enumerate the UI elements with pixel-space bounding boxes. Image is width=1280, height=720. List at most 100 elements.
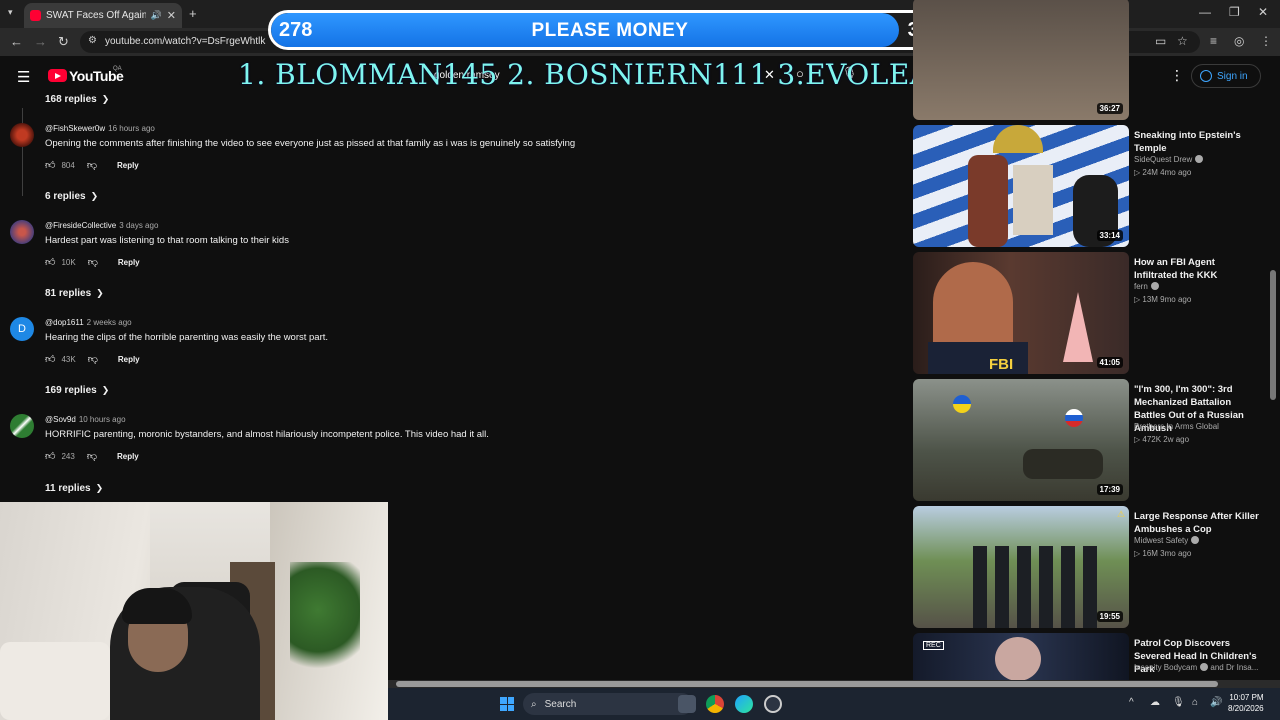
comment-text: HORRIFIC parenting, moronic bystanders, … bbox=[45, 429, 489, 440]
speaker-icon[interactable]: 🔊 bbox=[151, 10, 162, 21]
video-title[interactable]: How an FBI Agent Infiltrated the KKK bbox=[1134, 256, 1259, 282]
windows-start-icon[interactable] bbox=[500, 697, 514, 711]
url-text: youtube.com/watch?v=DsFrgeWhtlk bbox=[105, 36, 266, 47]
verified-icon bbox=[1191, 536, 1200, 544]
like-count: 43K bbox=[61, 354, 76, 364]
avatar[interactable]: D bbox=[10, 317, 34, 341]
video-thumbnail[interactable]: REC bbox=[913, 633, 1129, 681]
youtube-logo-icon[interactable] bbox=[48, 69, 67, 82]
donation-current-value: 278 bbox=[279, 19, 313, 41]
replies-toggle[interactable]: 11 replies ❯ bbox=[45, 483, 103, 494]
video-channel[interactable]: Insanity Bodycam and Dr Insa... bbox=[1134, 663, 1258, 672]
video-card[interactable]: REC Patrol Cop Discovers Severed Head In… bbox=[913, 633, 1263, 681]
country-code: QA bbox=[113, 66, 122, 72]
video-thumbnail[interactable]: ⚠ 19:55 bbox=[913, 506, 1129, 628]
new-tab-button[interactable]: + bbox=[189, 6, 197, 21]
video-meta: ▷ 24M 4mo ago bbox=[1134, 168, 1192, 177]
reply-button[interactable]: Reply bbox=[117, 452, 139, 461]
webcam-hair bbox=[122, 588, 192, 624]
task-view-icon[interactable] bbox=[678, 695, 696, 713]
tab-close-icon[interactable]: ✕ bbox=[167, 9, 176, 22]
video-card[interactable]: 36:27 bbox=[913, 0, 1263, 120]
video-duration: 33:14 bbox=[1096, 230, 1123, 241]
comment-author[interactable]: @FiresideCollective 3 days ago bbox=[45, 221, 158, 230]
video-card[interactable]: 33:14 Sneaking into Epstein's Temple Sid… bbox=[913, 125, 1263, 247]
like-icon[interactable]: 👍︎ bbox=[45, 256, 55, 268]
comment-author[interactable]: @dop1611 2 weeks ago bbox=[45, 318, 132, 327]
dislike-icon[interactable]: 👎︎ bbox=[88, 256, 98, 268]
browser-tab[interactable]: SWAT Faces Off Against Killer 🔊 ✕ bbox=[24, 3, 182, 28]
video-channel[interactable]: Brothers In Arms Global bbox=[1134, 422, 1219, 431]
donation-goal-text: PLEASE MONEY bbox=[531, 20, 689, 41]
video-channel[interactable]: fern bbox=[1134, 282, 1159, 291]
clock-time: 10:07 PM bbox=[1229, 693, 1264, 702]
video-card[interactable]: ⚠ 19:55 Large Response After Killer Ambu… bbox=[913, 506, 1263, 628]
network-icon[interactable]: ⌂ bbox=[1192, 697, 1198, 708]
video-meta: ▷ 16M 3mo ago bbox=[1134, 549, 1192, 558]
video-channel[interactable]: SideQuest Drew bbox=[1134, 155, 1204, 164]
video-card[interactable]: 17:39 "I'm 300, I'm 300": 3rd Mechanized… bbox=[913, 379, 1263, 501]
thumbnail-text: REC bbox=[923, 641, 944, 650]
like-icon[interactable]: 👍︎ bbox=[45, 159, 55, 171]
like-count: 804 bbox=[61, 160, 75, 170]
edge-icon[interactable] bbox=[735, 695, 753, 713]
avatar[interactable] bbox=[10, 220, 34, 244]
replies-toggle[interactable]: 81 replies ❯ bbox=[45, 288, 104, 299]
avatar[interactable] bbox=[10, 123, 34, 147]
replies-toggle[interactable]: 169 replies ❯ bbox=[45, 385, 109, 396]
app-icon[interactable] bbox=[764, 695, 782, 713]
like-count: 243 bbox=[61, 451, 75, 461]
replies-toggle[interactable]: 168 replies ❯ bbox=[45, 94, 109, 105]
site-info-icon[interactable]: ⚙ bbox=[88, 35, 97, 46]
replies-toggle[interactable]: 6 replies ❯ bbox=[45, 191, 98, 202]
dislike-icon[interactable]: 👎︎ bbox=[87, 159, 97, 171]
video-thumbnail[interactable]: 17:39 bbox=[913, 379, 1129, 501]
video-duration: 41:05 bbox=[1096, 357, 1123, 368]
reload-icon[interactable]: ↻ bbox=[58, 34, 69, 50]
avatar[interactable] bbox=[10, 414, 34, 438]
tray-chevron-icon[interactable]: ^ bbox=[1129, 697, 1134, 708]
dislike-icon[interactable]: 👎︎ bbox=[87, 450, 97, 462]
video-thumbnail[interactable]: FBI 41:05 bbox=[913, 252, 1129, 374]
verified-icon bbox=[1150, 282, 1159, 290]
donation-progress-bar: PLEASE MONEY 278 300 bbox=[268, 10, 952, 50]
verified-icon bbox=[1195, 155, 1204, 163]
video-title[interactable]: Sneaking into Epstein's Temple bbox=[1134, 129, 1259, 155]
video-thumbnail[interactable]: 36:27 bbox=[913, 0, 1129, 120]
comment-actions: 👍︎ 243 👎︎ Reply bbox=[45, 450, 139, 462]
mic-tray-icon[interactable]: 🎙 bbox=[1172, 697, 1185, 708]
horizontal-scrollbar[interactable] bbox=[388, 680, 1280, 688]
video-card[interactable]: FBI 41:05 How an FBI Agent Infiltrated t… bbox=[913, 252, 1263, 374]
video-channel[interactable]: Midwest Safety bbox=[1134, 536, 1200, 545]
reply-button[interactable]: Reply bbox=[117, 161, 139, 170]
ukraine-flag-icon bbox=[953, 395, 971, 413]
webcam-plant bbox=[290, 562, 360, 682]
video-title[interactable]: Large Response After Killer Ambushes a C… bbox=[1134, 510, 1259, 536]
cloud-icon[interactable]: ☁ bbox=[1150, 697, 1160, 708]
video-duration: 19:55 bbox=[1096, 611, 1123, 622]
forward-icon[interactable]: → bbox=[34, 34, 47, 49]
youtube-favicon-icon bbox=[30, 10, 41, 21]
like-icon[interactable]: 👍︎ bbox=[45, 353, 55, 365]
comment-text: Hardest part was listening to that room … bbox=[45, 235, 289, 246]
volume-icon[interactable]: 🔊 bbox=[1210, 697, 1222, 708]
comment-author[interactable]: @Sov9d 10 hours ago bbox=[45, 415, 126, 424]
back-icon[interactable]: ← bbox=[10, 34, 23, 49]
tab-search-icon[interactable]: ▾ bbox=[8, 7, 13, 18]
horizontal-scroll-thumb[interactable] bbox=[396, 681, 1218, 687]
reply-button[interactable]: Reply bbox=[118, 355, 140, 364]
dislike-icon[interactable]: 👎︎ bbox=[88, 353, 98, 365]
hamburger-menu-icon[interactable]: ☰ bbox=[17, 68, 30, 86]
taskbar-clock[interactable]: 10:07 PM 8/20/2026 bbox=[1228, 692, 1264, 714]
comment-actions: 👍︎ 43K 👎︎ Reply bbox=[45, 353, 140, 365]
like-icon[interactable]: 👍︎ bbox=[45, 450, 55, 462]
comment-author[interactable]: @FishSkewer0w 16 hours ago bbox=[45, 124, 155, 133]
search-icon: ⌕ bbox=[531, 698, 537, 710]
chrome-icon[interactable] bbox=[706, 695, 724, 713]
taskbar-search[interactable]: ⌕ Search bbox=[523, 693, 693, 715]
reply-button[interactable]: Reply bbox=[118, 258, 140, 267]
taskbar-search-label: Search bbox=[544, 698, 577, 710]
page-scrollbar[interactable] bbox=[1270, 270, 1276, 400]
video-thumbnail[interactable]: 33:14 bbox=[913, 125, 1129, 247]
comment: @FiresideCollective 3 days ago Hardest pa… bbox=[10, 220, 890, 290]
